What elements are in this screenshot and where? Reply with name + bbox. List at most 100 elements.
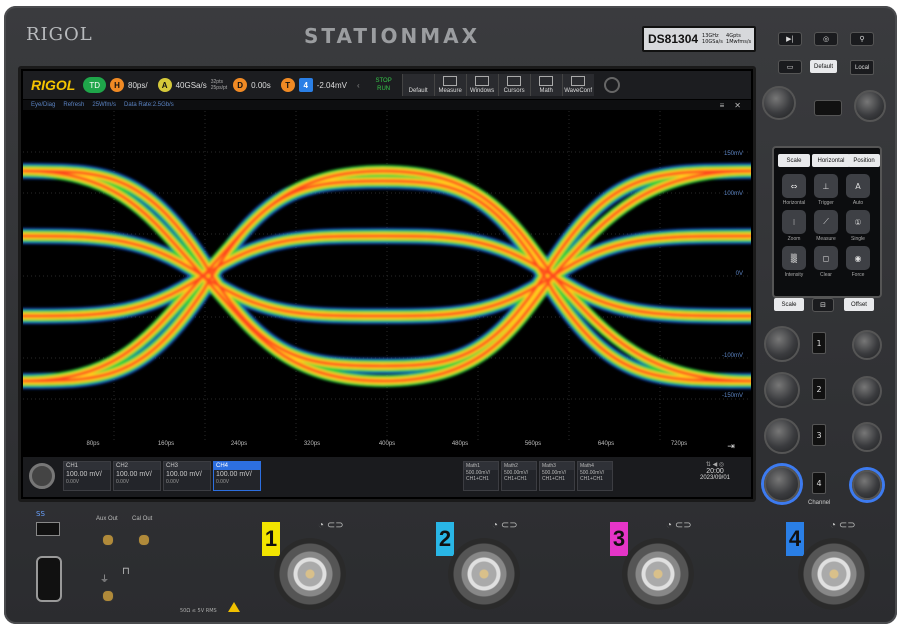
ch4-button[interactable]: 4 — [812, 472, 826, 494]
ch3-scale-knob[interactable] — [764, 418, 800, 454]
ground-connector[interactable] — [102, 590, 114, 602]
input-3-bnc[interactable] — [622, 538, 694, 610]
vertical-scale-key[interactable]: Scale — [774, 298, 804, 311]
measure-button[interactable]: Measure — [433, 74, 466, 96]
horizontal-icon[interactable]: H — [110, 78, 125, 92]
local-button[interactable]: Local — [850, 60, 875, 75]
default-hard-button[interactable]: Default — [810, 60, 838, 73]
model-name: DS81304 — [648, 32, 699, 46]
square-wave-icon: ⊓ — [122, 566, 130, 577]
brand-logo: RIGOL — [26, 24, 93, 45]
position-key[interactable]: Position — [848, 154, 880, 167]
input-4-bnc[interactable] — [798, 538, 870, 610]
storage-icon[interactable]: ▭ — [778, 60, 802, 74]
scale-key[interactable]: Scale — [778, 154, 810, 167]
measure-icon[interactable]: ⟋ — [814, 210, 838, 234]
usb-port[interactable] — [36, 522, 60, 536]
input-1-bnc[interactable] — [274, 538, 346, 610]
math-2-tile[interactable]: Math2 500.00mV/ CH1+CH1 — [501, 461, 537, 491]
eye-mode[interactable]: Eye/Diag — [31, 102, 55, 108]
ch1-button[interactable]: 1 — [812, 332, 826, 354]
channel-3-tile[interactable]: CH3 100.00 mV/ 0.00V — [163, 461, 211, 491]
offset-key[interactable]: Offset — [844, 298, 874, 311]
settings-icon[interactable] — [603, 77, 620, 93]
gear-icon[interactable] — [29, 463, 55, 489]
probe-icon[interactable]: ⊟ — [812, 298, 834, 312]
default-button[interactable]: Default — [401, 74, 434, 96]
single-icon[interactable]: ① — [846, 210, 870, 234]
acquire-icon[interactable]: A — [157, 78, 172, 92]
horizontal-key[interactable]: Horizontal — [812, 154, 850, 167]
channel-1-tile[interactable]: CH1 100.00 mV/ 0.00V — [63, 461, 111, 491]
clear-icon[interactable]: ◻ — [814, 246, 838, 270]
close-icon[interactable]: ✕ — [734, 101, 741, 110]
trigger-icon[interactable]: ⊥ — [814, 174, 838, 198]
probe-interface-icon: ◔ ⊂⊃ — [830, 520, 856, 531]
math-3-tile[interactable]: Math3 500.00mV/ CH1+CH1 — [539, 461, 575, 491]
ch1-offset-knob[interactable] — [852, 330, 882, 360]
user-icon[interactable]: ⚲ — [850, 32, 874, 46]
trigger-mode-badge[interactable]: TD — [83, 77, 107, 93]
channel-2-tile[interactable]: CH2 100.00 mV/ 0.00V — [113, 461, 161, 491]
sample-rate-value[interactable]: 40GSa/s — [176, 81, 207, 90]
ch4-offset-knob[interactable] — [852, 470, 882, 500]
x-axis-labels: 80ps 160ps 240ps 320ps 400ps 480ps 560ps… — [23, 441, 751, 453]
eye-diagram-svg — [15, 111, 759, 441]
cursors-button[interactable]: Cursors — [497, 74, 530, 96]
channel-scale: 100.00 mV/ — [216, 471, 252, 478]
delay-value[interactable]: 0.00s — [251, 81, 271, 90]
input-2-bnc[interactable] — [448, 538, 520, 610]
multipurpose-knob-right[interactable] — [854, 90, 886, 122]
delay-icon[interactable]: D — [233, 78, 248, 92]
expand-icon[interactable]: ⇥ — [727, 441, 735, 452]
play-pause-icon[interactable]: ▶| — [778, 32, 802, 46]
aux-out-connector[interactable] — [102, 534, 114, 546]
ch3-offset-knob[interactable] — [852, 422, 882, 452]
windows-button[interactable]: Windows — [465, 74, 498, 96]
y-label-neg100mv: -100mV — [721, 353, 743, 359]
intensity-icon[interactable]: ▒ — [782, 246, 806, 270]
cursors-icon — [507, 76, 522, 86]
ch2-button[interactable]: 2 — [812, 378, 826, 400]
screen-logo[interactable]: RIGOL — [31, 77, 75, 93]
x-tick: 400ps — [378, 441, 396, 447]
capture-icon[interactable]: ◎ — [814, 32, 838, 46]
cal-out-connector[interactable] — [138, 534, 150, 546]
auto-icon[interactable]: A — [846, 174, 870, 198]
measure-icon — [443, 76, 458, 86]
trigger-source-badge[interactable]: 4 — [298, 78, 313, 92]
refresh-mode[interactable]: Refresh — [63, 102, 84, 108]
clock-time: 20:00 — [706, 468, 724, 475]
stop-label: STOP — [375, 78, 392, 84]
warning-icon — [228, 602, 240, 612]
run-stop-button[interactable]: STOP RUN — [366, 77, 402, 93]
eye-diagram-plot[interactable]: 150mV 100mV 0V -100mV -150mV — [15, 111, 759, 441]
menu-icon[interactable]: ≡ — [720, 101, 725, 110]
ch2-scale-knob[interactable] — [764, 372, 800, 408]
trigger-level-value[interactable]: -2.04mV — [317, 81, 347, 90]
clock-display[interactable]: ⇅ ◀ ◎ 20:00 2023/09/01 — [685, 461, 745, 491]
ch1-scale-knob[interactable] — [764, 326, 800, 362]
measure-label: Measure — [438, 88, 462, 94]
power-button[interactable] — [36, 556, 62, 602]
multipurpose-knob-left[interactable] — [762, 86, 796, 120]
ch2-offset-knob[interactable] — [852, 376, 882, 406]
ch4-scale-knob[interactable] — [764, 466, 800, 502]
ch3-button[interactable]: 3 — [812, 424, 826, 446]
math-4-tile[interactable]: Math4 500.00mV/ CH1+CH1 — [577, 461, 613, 491]
force-icon[interactable]: ◉ — [846, 246, 870, 270]
timebase-value[interactable]: 80ps/ — [128, 81, 148, 90]
channel-4-tile[interactable]: CH4 100.00 mV/ 0.00V — [213, 461, 261, 491]
x-tick: 480ps — [451, 441, 469, 447]
default-label: Default — [408, 88, 428, 94]
math-button[interactable]: Math — [529, 74, 562, 96]
zoom-icon[interactable]: ⁝ — [782, 210, 806, 234]
waveconf-button[interactable]: WaveConf — [561, 74, 594, 96]
trigger-icon[interactable]: T — [280, 78, 295, 92]
horizontal-icon[interactable]: ⇔ — [782, 174, 806, 198]
math-1-tile[interactable]: Math1 500.00mV/ CH1+CH1 — [463, 461, 499, 491]
center-button[interactable] — [814, 100, 842, 116]
chevron-left-icon[interactable]: ‹ — [357, 81, 360, 90]
horizontal-label: Horizontal — [782, 200, 806, 206]
math-source: CH1+CH1 — [504, 476, 527, 482]
